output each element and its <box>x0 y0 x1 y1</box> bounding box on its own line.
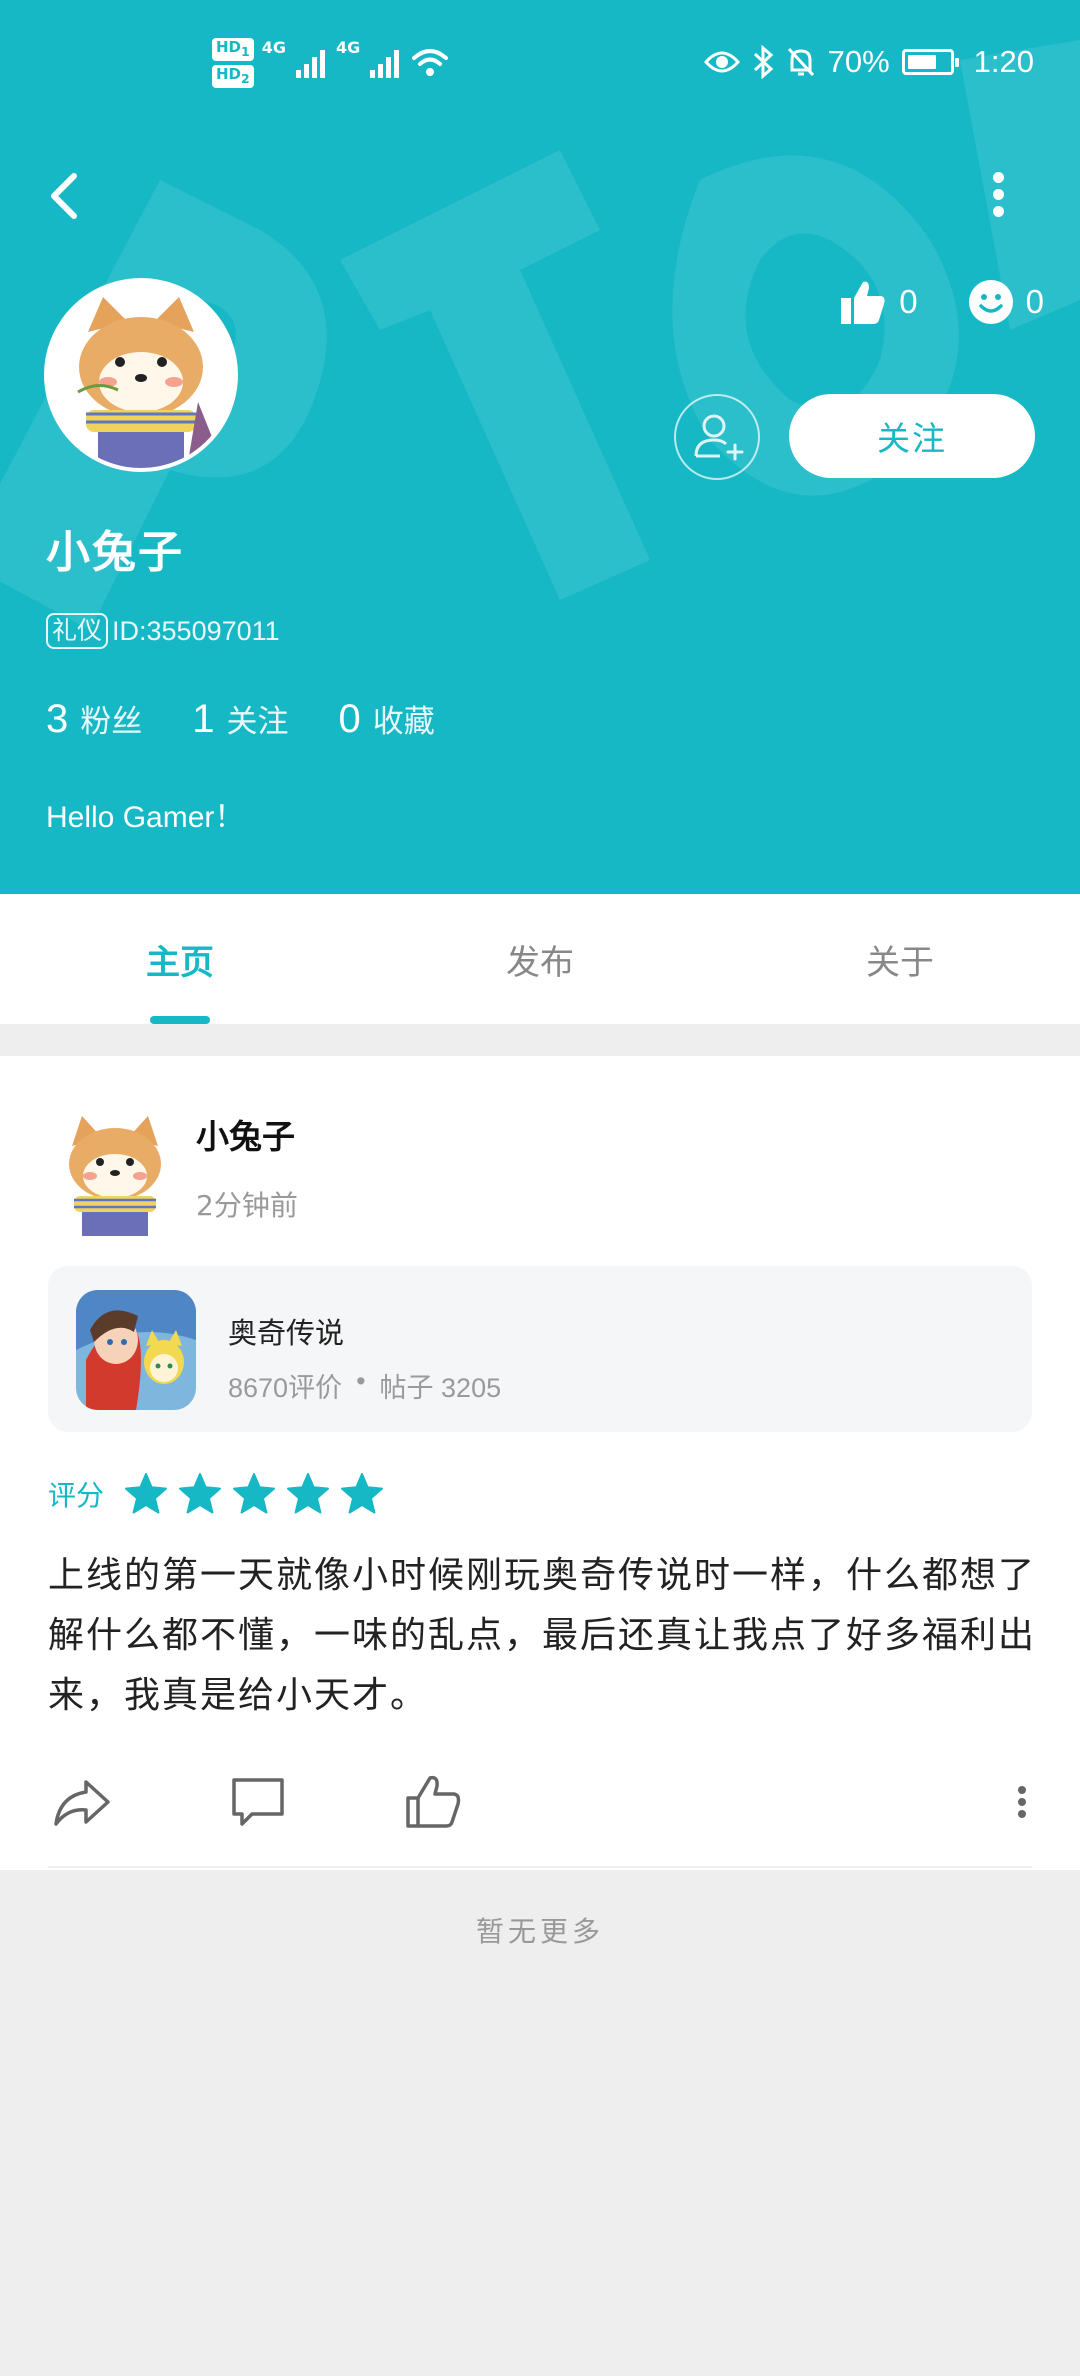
game-icon <box>76 1290 196 1410</box>
tab-posts[interactable]: 发布 <box>360 894 720 1024</box>
game-post-count: 帖子 3205 <box>379 1373 502 1403</box>
more-options-button[interactable] <box>980 166 1016 226</box>
smiles-count: 0 <box>1025 283 1044 320</box>
active-tab-indicator <box>150 1016 210 1024</box>
game-name: 奥奇传说 <box>228 1316 345 1350</box>
net2-label: 4G <box>335 38 361 57</box>
following-count-item[interactable]: 1 关注 <box>192 696 288 742</box>
no-more-content-label: 暂无更多 <box>475 1915 604 1948</box>
mute-bell-icon <box>787 47 814 77</box>
vertical-dots-icon <box>992 172 1004 183</box>
share-button[interactable] <box>50 1770 114 1834</box>
meta-separator: • <box>356 1366 366 1396</box>
post-author-avatar[interactable] <box>50 1106 180 1236</box>
profile-counts: 3 粉丝 1 关注 0 收藏 <box>46 696 435 742</box>
thumbs-up-outline-icon <box>406 1775 461 1828</box>
etiquette-badge[interactable]: 礼仪 <box>46 613 109 649</box>
star-icon <box>233 1473 276 1514</box>
post-timestamp: 2分钟前 <box>196 1189 298 1222</box>
hd1-badge: HD1 <box>212 38 254 61</box>
vertical-dots-icon <box>1018 1786 1026 1818</box>
post-actions <box>0 1756 1080 1856</box>
post-content: 上线的第一天就像小时候刚玩奥奇传说时一样，什么都想了解什么都不懂，一味的乱点，最… <box>48 1555 1037 1716</box>
thumbs-up-icon <box>841 281 885 324</box>
status-bar: HD1 HD2 4G 4G 70% 1:20 <box>0 0 1080 140</box>
profile-header: HD1 HD2 4G 4G 70% 1:20 0 0 关注 小兔子 礼仪 ID:… <box>0 0 1080 894</box>
share-icon <box>54 1780 110 1826</box>
battery-icon <box>901 49 959 75</box>
signal-icon <box>370 50 400 78</box>
battery-percent: 70% <box>827 44 890 79</box>
profile-username: 小兔子 <box>46 527 184 578</box>
smile-icon <box>968 280 1013 324</box>
profile-id: ID:355097011 <box>112 615 280 646</box>
post-card[interactable]: 小兔子 2分钟前 奥奇传说 8670评价 • 帖子 3205 评分 上线的第一天… <box>0 1056 1080 1870</box>
fans-count-item[interactable]: 3 粉丝 <box>46 696 142 742</box>
tab-about[interactable]: 关于 <box>720 894 1080 1024</box>
profile-tabs: 主页 发布 关于 <box>0 894 1080 1024</box>
rating-row: 评分 <box>48 1472 394 1516</box>
net1-label: 4G <box>261 38 286 57</box>
profile-id-row: 礼仪 ID:355097011 <box>46 613 280 649</box>
comment-icon <box>232 1778 284 1826</box>
game-stats: 8670评价 • 帖子 3205 <box>228 1366 501 1405</box>
follow-button[interactable]: 关注 <box>789 394 1035 478</box>
shiba-avatar-image <box>48 282 234 468</box>
clock: 1:20 <box>973 44 1034 79</box>
signal-icon <box>295 50 325 78</box>
smiles-stat[interactable]: 0 <box>968 279 1044 325</box>
post-more-button[interactable] <box>1000 1770 1044 1834</box>
star-icon <box>179 1473 222 1514</box>
star-icon <box>125 1473 168 1514</box>
favorites-count-item[interactable]: 0 收藏 <box>339 696 435 742</box>
post-author-name[interactable]: 小兔子 <box>196 1110 295 1158</box>
rating-label: 评分 <box>48 1479 105 1512</box>
likes-stat[interactable]: 0 <box>839 278 918 326</box>
like-button[interactable] <box>402 1770 466 1834</box>
chevron-left-icon <box>51 173 77 219</box>
wifi-icon <box>412 49 449 76</box>
hd2-badge: HD2 <box>212 65 254 88</box>
reaction-stats: 0 0 <box>839 278 1044 326</box>
likes-count: 0 <box>899 283 918 320</box>
star-icon <box>287 1473 330 1514</box>
divider <box>48 1866 1032 1868</box>
star-icon <box>341 1473 384 1514</box>
tab-home[interactable]: 主页 <box>0 894 360 1024</box>
game-review-count: 8670评价 <box>228 1373 343 1403</box>
game-link-card[interactable]: 奥奇传说 8670评价 • 帖子 3205 <box>48 1266 1032 1432</box>
profile-bio: Hello Gamer！ <box>46 801 245 834</box>
add-user-icon <box>694 414 744 461</box>
star-rating <box>124 1472 394 1516</box>
comment-button[interactable] <box>226 1770 290 1834</box>
avatar[interactable] <box>44 278 238 472</box>
eye-icon <box>703 51 740 73</box>
add-friend-button[interactable] <box>674 394 760 480</box>
bluetooth-icon <box>753 45 773 79</box>
back-button[interactable] <box>40 166 90 226</box>
